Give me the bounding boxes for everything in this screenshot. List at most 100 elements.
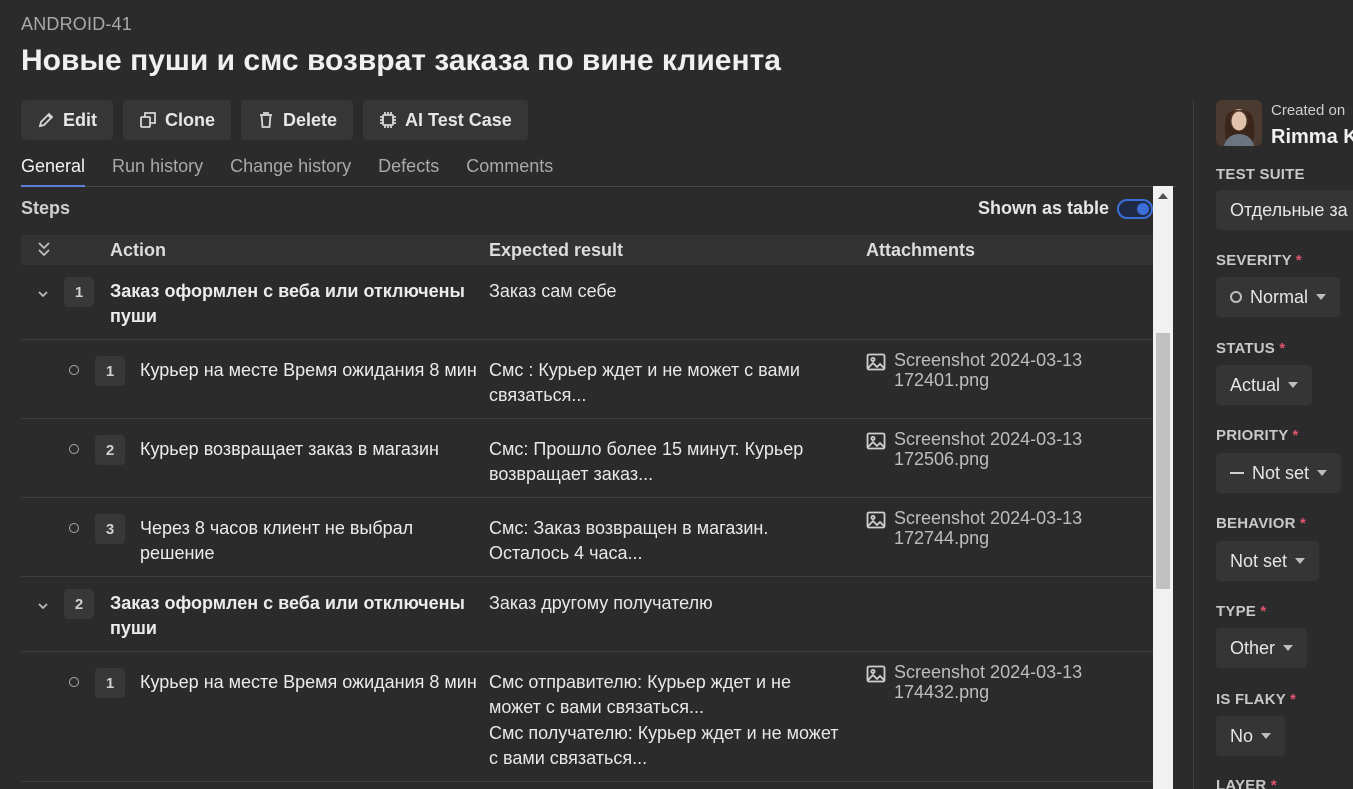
- chevron-down-icon[interactable]: [36, 285, 50, 299]
- attachment-name: Screenshot 2024-03-13 172744.png: [894, 508, 1083, 548]
- table-row[interactable]: 1 Заказ оформлен с веба или отключены пу…: [21, 265, 1153, 340]
- is-flaky-value: No: [1230, 725, 1254, 746]
- chevron-down-icon: [1295, 558, 1306, 564]
- edit-button[interactable]: Edit: [21, 100, 113, 140]
- table-row[interactable]: 1 Курьер на месте Время ожидания 8 мин С…: [21, 652, 1153, 782]
- edit-button-label: Edit: [63, 109, 97, 130]
- steps-table: Action Expected result Attachments 1 Зак…: [21, 235, 1153, 782]
- severity-label: SEVERITY *: [1216, 252, 1302, 269]
- column-header-action: Action: [110, 239, 166, 260]
- clone-button-label: Clone: [165, 109, 216, 130]
- attachment-link[interactable]: Screenshot 2024-03-13 174432.png: [866, 662, 1124, 702]
- column-header-attachments: Attachments: [866, 239, 976, 260]
- priority-value: Not set: [1252, 462, 1310, 483]
- avatar: [1216, 100, 1262, 146]
- table-row[interactable]: 3 Через 8 часов клиент не выбрал решение…: [21, 498, 1153, 577]
- substep-bullet: [69, 677, 79, 687]
- table-header: Action Expected result Attachments: [21, 235, 1153, 265]
- behavior-select[interactable]: Not set: [1216, 541, 1320, 581]
- priority-select[interactable]: Not set: [1216, 453, 1342, 493]
- scrollbar-thumb[interactable]: [1156, 333, 1170, 589]
- attachment-name: Screenshot 2024-03-13 172401.png: [894, 350, 1083, 390]
- table-row[interactable]: 2 Курьер возвращает заказ в магазин Смс:…: [21, 419, 1153, 498]
- steps-scrollbar[interactable]: [1153, 186, 1173, 789]
- tab-defects[interactable]: Defects: [378, 148, 439, 187]
- step-action: Курьер на месте Время ожидания 8 мин: [140, 672, 477, 692]
- attachment-link[interactable]: Screenshot 2024-03-13 172506.png: [866, 429, 1124, 469]
- status-select[interactable]: Actual: [1216, 365, 1313, 405]
- step-expected: Смс : Курьер ждет и не может с вами связ…: [489, 360, 800, 405]
- chevron-down-icon[interactable]: [36, 597, 50, 611]
- step-expected: Заказ сам себе: [489, 281, 617, 301]
- chevron-down-icon: [1316, 294, 1327, 300]
- substep-bullet: [69, 444, 79, 454]
- pencil-icon: [37, 111, 55, 129]
- tab-general[interactable]: General: [21, 148, 86, 187]
- page-title: Новые пуши и смс возврат заказа по вине …: [21, 44, 781, 77]
- step-number: 3: [95, 514, 125, 544]
- toggle-switch[interactable]: [1117, 198, 1153, 219]
- test-suite-label: TEST SUITE: [1216, 166, 1305, 183]
- attachment-link[interactable]: Screenshot 2024-03-13 172744.png: [866, 508, 1124, 548]
- created-label: Created on: [1271, 102, 1346, 119]
- step-expected: Смс: Прошло более 15 минут. Курьер возвр…: [489, 439, 804, 484]
- type-select[interactable]: Other: [1216, 628, 1308, 668]
- attachment-link[interactable]: Screenshot 2024-03-13 172401.png: [866, 350, 1124, 390]
- step-number: 1: [95, 668, 125, 698]
- step-number: 2: [95, 435, 125, 465]
- substep-bullet: [69, 523, 79, 533]
- tab-comments[interactable]: Comments: [466, 148, 553, 187]
- ai-test-case-button[interactable]: AI Test Case: [363, 100, 528, 140]
- behavior-value: Not set: [1230, 550, 1288, 571]
- step-number: 2: [64, 589, 94, 619]
- severity-select[interactable]: Normal: [1216, 277, 1341, 317]
- image-icon: [866, 511, 886, 529]
- step-expected: Смс: Заказ возвращен в магазин. Осталось…: [489, 518, 769, 563]
- image-icon: [866, 353, 886, 371]
- panel-divider: [1193, 100, 1194, 789]
- column-header-expected: Expected result: [489, 239, 624, 260]
- substep-bullet: [69, 365, 79, 375]
- step-action: Через 8 часов клиент не выбрал решение: [140, 518, 414, 563]
- tab-run-history[interactable]: Run history: [112, 148, 203, 187]
- steps-header: Steps Shown as table: [21, 198, 1153, 219]
- severity-normal-icon: [1230, 291, 1242, 303]
- step-action: Курьер возвращает заказ в магазин: [140, 439, 439, 459]
- step-action: Заказ оформлен с веба или отключены пуши: [110, 281, 465, 326]
- behavior-label: BEHAVIOR *: [1216, 515, 1307, 532]
- step-number: 1: [95, 356, 125, 386]
- attachment-name: Screenshot 2024-03-13 174432.png: [894, 662, 1083, 702]
- status-label: STATUS *: [1216, 340, 1286, 357]
- table-view-toggle[interactable]: Shown as table: [978, 198, 1153, 219]
- clone-button[interactable]: Clone: [123, 100, 232, 140]
- tab-bar: General Run history Change history Defec…: [21, 148, 1176, 187]
- case-key: ANDROID-41: [21, 14, 133, 34]
- step-number: 1: [64, 277, 94, 307]
- tab-change-history[interactable]: Change history: [230, 148, 351, 187]
- test-case-page: ANDROID-41 Новые пуши и смс возврат зака…: [0, 0, 1353, 789]
- table-row[interactable]: 2 Заказ оформлен с веба или отключены пу…: [21, 577, 1153, 652]
- chevron-down-icon: [1288, 382, 1299, 388]
- chevron-down-icon: [1317, 470, 1328, 476]
- steps-label: Steps: [21, 198, 71, 218]
- step-expected-secondary: Смс получателю: Курьер ждет и не может с…: [489, 723, 839, 768]
- priority-none-icon: [1230, 472, 1244, 474]
- step-expected: Заказ другому получателю: [489, 593, 713, 613]
- status-value: Actual: [1230, 374, 1281, 395]
- step-action: Курьер на месте Время ожидания 8 мин: [140, 360, 477, 380]
- delete-button[interactable]: Delete: [241, 100, 354, 140]
- ai-chip-icon: [379, 111, 397, 129]
- is-flaky-label: IS FLAKY *: [1216, 691, 1297, 708]
- trash-icon: [257, 111, 275, 129]
- action-toolbar: Edit Clone Delete AI Test Case: [21, 100, 528, 140]
- step-action: Заказ оформлен с веба или отключены пуши: [110, 593, 465, 638]
- collapse-all-icon[interactable]: [36, 240, 52, 260]
- type-value: Other: [1230, 637, 1276, 658]
- image-icon: [866, 665, 886, 683]
- is-flaky-select[interactable]: No: [1216, 716, 1286, 756]
- test-suite-select[interactable]: Отдельные за: [1216, 190, 1353, 230]
- chevron-down-icon: [1283, 645, 1294, 651]
- test-suite-value: Отдельные за: [1230, 199, 1348, 220]
- scroll-up-arrow-icon[interactable]: [1158, 193, 1168, 199]
- table-row[interactable]: 1 Курьер на месте Время ожидания 8 мин С…: [21, 340, 1153, 419]
